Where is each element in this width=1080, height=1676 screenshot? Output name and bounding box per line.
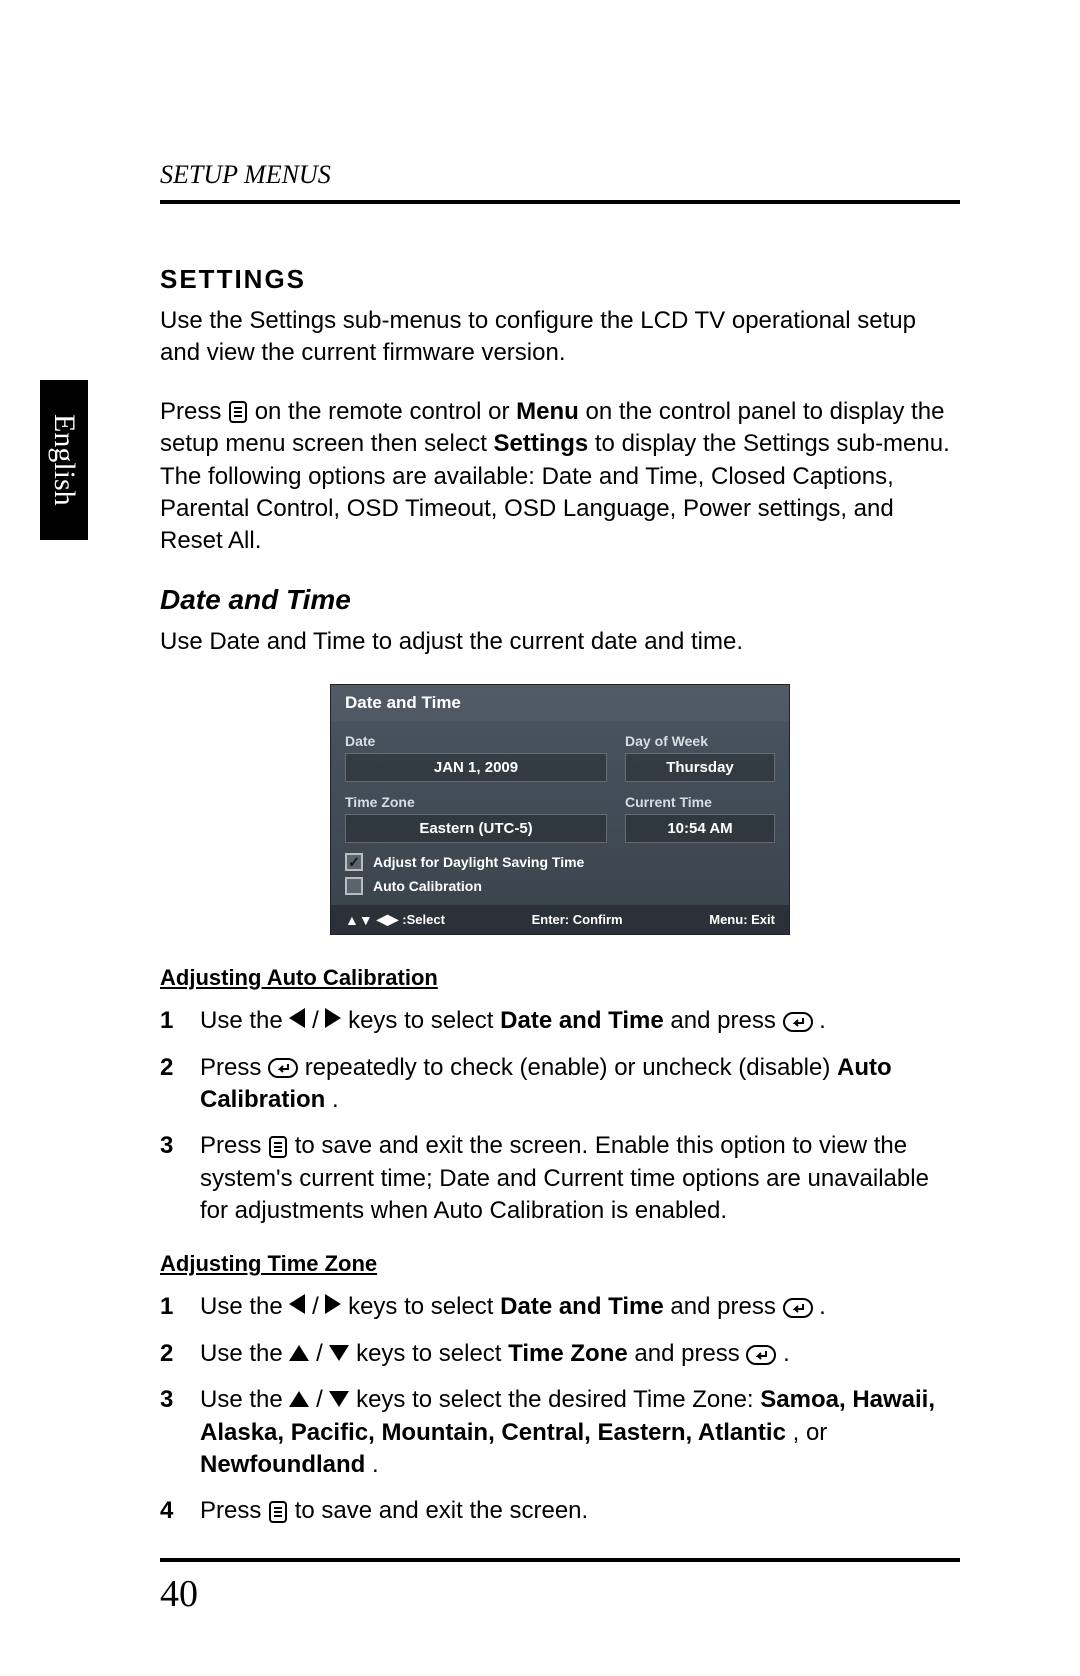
enter-icon [783,1012,813,1032]
text: keys to select [348,1007,500,1034]
text: and press [634,1340,746,1367]
text: Press [160,398,228,425]
osd-dst-label: Adjust for Daylight Saving Time [373,854,584,870]
right-arrow-icon [325,1294,341,1314]
osd-dst-checkbox[interactable] [345,853,363,871]
step: Use the / keys to select Date and Time a… [160,1005,960,1037]
osd-date-value[interactable]: JAN 1, 2009 [345,753,607,782]
osd-autocal-label: Auto Calibration [373,878,482,894]
step: Press to save and exit the screen. [160,1495,960,1527]
osd-curtime-label: Current Time [625,794,775,810]
subhead-time-zone: Adjusting Time Zone [160,1251,960,1277]
text: / [312,1007,325,1034]
bold-dt: Date and Time [500,1007,664,1034]
text: Press [200,1054,268,1081]
step: Press to save and exit the screen. Enabl… [160,1130,960,1227]
step: Use the / keys to select the desired Tim… [160,1384,960,1481]
osd-screenshot: Date and Time Date JAN 1, 2009 Day of We… [330,684,790,935]
text: . [819,1007,826,1034]
right-arrow-icon [325,1008,341,1028]
text: , or [793,1419,828,1446]
text: on the remote control or [255,398,516,425]
date-time-heading: Date and Time [160,584,960,616]
step: Press repeatedly to check (enable) or un… [160,1052,960,1117]
text: Press [200,1132,268,1159]
text: / [312,1293,325,1320]
text: . [372,1451,379,1478]
text: and press [670,1007,782,1034]
bold-menu: Menu [516,398,579,425]
enter-icon [268,1058,298,1078]
menu-icon [228,400,248,424]
subhead-auto-cal: Adjusting Auto Calibration [160,965,960,991]
osd-body: Date JAN 1, 2009 Day of Week Thursday Ti… [331,721,789,905]
osd-curtime-value: 10:54 AM [625,814,775,843]
steps-time-zone: Use the / keys to select Date and Time a… [160,1291,960,1527]
bold-nf: Newfoundland [200,1451,365,1478]
text: Press [200,1497,268,1524]
osd-tz-label: Time Zone [345,794,607,810]
left-arrow-icon [289,1008,305,1028]
steps-auto-cal: Use the / keys to select Date and Time a… [160,1005,960,1227]
text: . [783,1340,790,1367]
text: keys to select the desired Time Zone: [356,1386,760,1413]
bold-tz: Time Zone [508,1340,628,1367]
top-rule [160,200,960,204]
enter-icon [746,1345,776,1365]
page-content: SETUP MENUS SETTINGS Use the Settings su… [0,0,1080,1676]
text: repeatedly to check (enable) or uncheck … [305,1054,837,1081]
page-number: 40 [160,1572,960,1616]
osd-foot-select-text: :Select [402,912,445,927]
text: keys to select [348,1293,500,1320]
date-time-intro: Use Date and Time to adjust the current … [160,626,960,658]
left-arrow-icon [289,1294,305,1314]
osd-day-value: Thursday [625,753,775,782]
osd-footer-enter: Enter: Confirm [532,912,623,927]
text: . [332,1086,339,1113]
bold-settings: Settings [494,430,589,457]
up-arrow-icon [289,1345,309,1361]
osd-footer-menu: Menu: Exit [709,912,775,927]
osd-title: Date and Time [331,685,789,721]
text: / [316,1340,329,1367]
down-arrow-icon [329,1345,349,1361]
osd-autocal-checkbox[interactable] [345,877,363,895]
osd-tz-value[interactable]: Eastern (UTC-5) [345,814,607,843]
text: Use the [200,1007,289,1034]
leftright-icon: ◀▶ [377,911,399,928]
text: Use the [200,1293,289,1320]
step: Use the / keys to select Date and Time a… [160,1291,960,1323]
osd-date-label: Date [345,733,607,749]
bold-dt: Date and Time [500,1293,664,1320]
text: to save and exit the screen. [295,1497,589,1524]
menu-icon [268,1500,288,1524]
text: keys to select [356,1340,508,1367]
down-arrow-icon [329,1391,349,1407]
osd-footer-select: ▲▼ ◀▶ :Select [345,911,445,928]
osd-day-label: Day of Week [625,733,775,749]
up-arrow-icon [289,1391,309,1407]
settings-intro-1: Use the Settings sub-menus to configure … [160,305,960,370]
text: Use the [200,1386,289,1413]
osd-footer: ▲▼ ◀▶ :Select Enter: Confirm Menu: Exit [331,905,789,934]
settings-intro-2: Press on the remote control or Menu on t… [160,396,960,558]
running-head: SETUP MENUS [160,160,960,190]
enter-icon [783,1298,813,1318]
menu-icon [268,1135,288,1159]
settings-heading: SETTINGS [160,264,960,295]
text: Use the [200,1340,289,1367]
bottom-rule [160,1558,960,1562]
text: / [316,1386,329,1413]
step: Use the / keys to select Time Zone and p… [160,1338,960,1370]
text: . [819,1293,826,1320]
text: and press [670,1293,782,1320]
text: to save and exit the screen. Enable this… [200,1132,929,1224]
updown-icon: ▲▼ [345,912,373,928]
